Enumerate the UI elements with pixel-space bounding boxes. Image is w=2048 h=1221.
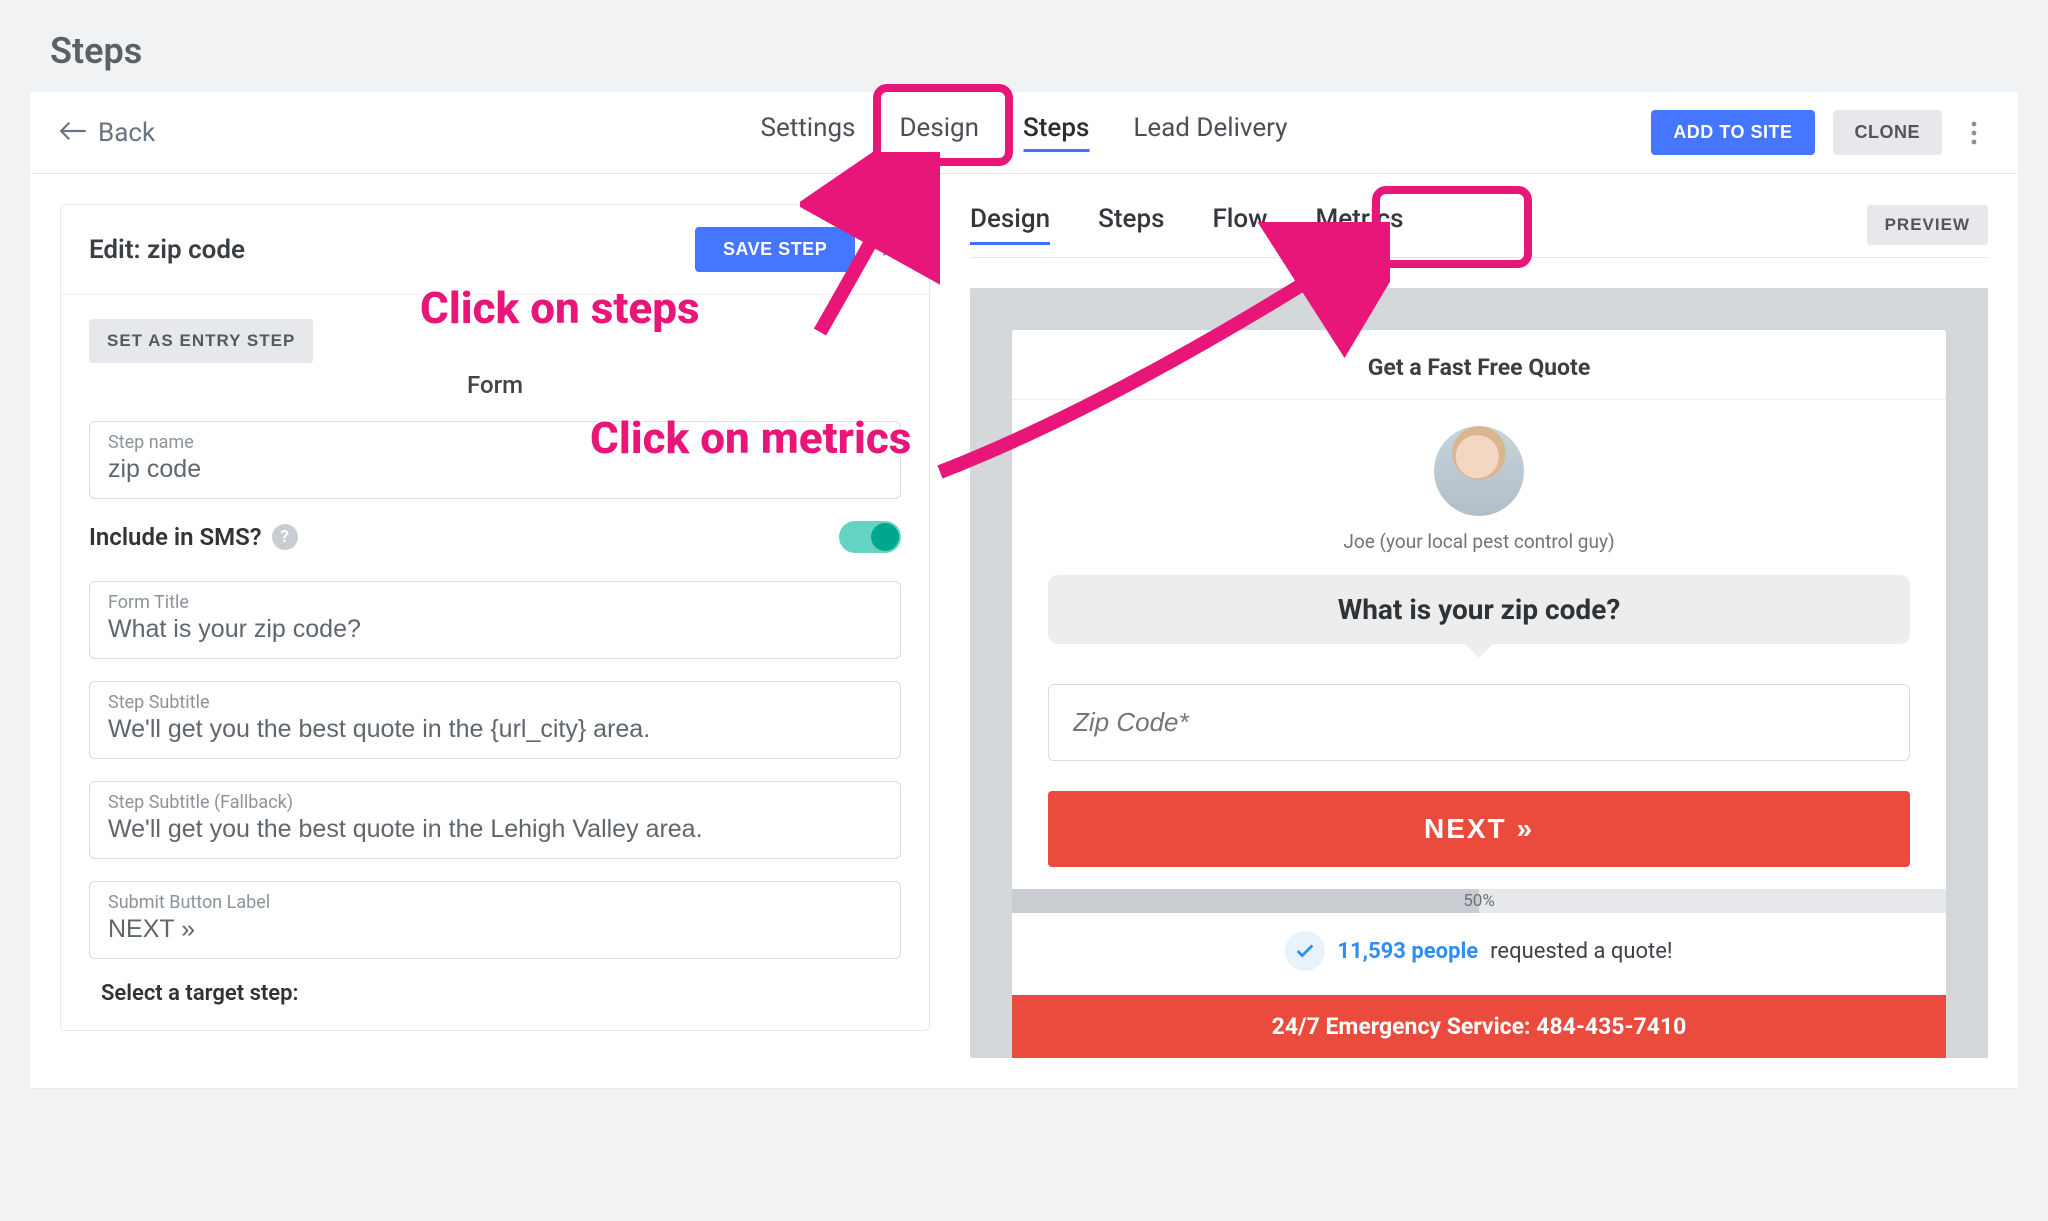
right-panel: Design Steps Flow Metrics PREVIEW Get a … [970, 204, 1988, 1058]
preview-button[interactable]: PREVIEW [1867, 205, 1988, 245]
progress-text: 50% [1012, 889, 1946, 913]
subtabs: Design Steps Flow Metrics [970, 204, 1404, 245]
tab-settings[interactable]: Settings [761, 113, 856, 152]
social-rest: requested a quote! [1490, 939, 1672, 964]
clone-button[interactable]: CLONE [1833, 110, 1943, 155]
save-step-button[interactable]: SAVE STEP [695, 227, 855, 272]
submit-label-label: Submit Button Label [108, 892, 882, 913]
submit-label-field[interactable]: Submit Button Label [89, 881, 901, 959]
tab-lead-delivery[interactable]: Lead Delivery [1133, 113, 1287, 152]
more-menu-icon[interactable] [1960, 113, 1988, 153]
sms-label: Include in SMS? ? [89, 523, 298, 551]
content: Edit: zip code SAVE STEP ✕ SET AS ENTRY … [30, 174, 2018, 1088]
submit-label-input[interactable] [108, 915, 882, 944]
step-subtitle-fallback-field[interactable]: Step Subtitle (Fallback) [89, 781, 901, 859]
back-button[interactable]: Back [60, 118, 155, 148]
sms-label-text: Include in SMS? [89, 523, 262, 551]
sms-row: Include in SMS? ? [89, 521, 901, 553]
sms-toggle[interactable] [839, 521, 901, 553]
avatar-caption: Joe (your local pest control guy) [1048, 530, 1910, 553]
preview-frame: Get a Fast Free Quote Joe (your local pe… [970, 288, 1988, 1058]
target-step-label: Select a target step: [101, 981, 901, 1006]
avatar [1434, 426, 1524, 516]
back-arrow-icon [60, 118, 86, 148]
subtab-bar: Design Steps Flow Metrics PREVIEW [970, 204, 1988, 258]
close-icon[interactable]: ✕ [879, 235, 901, 265]
edit-body: SET AS ENTRY STEP Form Step name Include… [61, 295, 929, 1030]
widget-header: Get a Fast Free Quote [1012, 330, 1946, 400]
form-title-input[interactable] [108, 615, 882, 644]
step-name-input[interactable] [108, 455, 882, 484]
top-nav: Settings Design Steps Lead Delivery [761, 113, 1288, 152]
page-title: Steps [50, 30, 2018, 72]
add-to-site-button[interactable]: ADD TO SITE [1651, 110, 1814, 155]
help-icon[interactable]: ? [272, 524, 298, 550]
step-subtitle-field[interactable]: Step Subtitle [89, 681, 901, 759]
subtab-metrics[interactable]: Metrics [1315, 204, 1403, 245]
step-subtitle-input[interactable] [108, 715, 882, 744]
step-name-field[interactable]: Step name [89, 421, 901, 499]
subtab-design[interactable]: Design [970, 204, 1050, 245]
form-title-label: Form Title [108, 592, 882, 613]
tab-design[interactable]: Design [899, 113, 979, 152]
edit-panel-header: Edit: zip code SAVE STEP ✕ [61, 205, 929, 295]
emergency-bar: 24/7 Emergency Service: 484-435-7410 [1012, 995, 1946, 1058]
form-heading: Form [89, 371, 901, 399]
progress-bar: 50% [1012, 889, 1946, 913]
step-subtitle-label: Step Subtitle [108, 692, 882, 713]
step-subtitle-fallback-input[interactable] [108, 815, 882, 844]
tab-steps[interactable]: Steps [1023, 113, 1089, 152]
topbar-actions: ADD TO SITE CLONE [1651, 110, 1988, 155]
social-count: 11,593 people [1337, 939, 1478, 964]
subtab-steps[interactable]: Steps [1098, 204, 1164, 245]
step-subtitle-fallback-label: Step Subtitle (Fallback) [108, 792, 882, 813]
check-icon [1285, 931, 1325, 971]
lead-widget: Get a Fast Free Quote Joe (your local pe… [1012, 330, 1946, 1058]
main-card: Back Settings Design Steps Lead Delivery… [30, 92, 2018, 1089]
zip-input[interactable] [1048, 684, 1910, 761]
step-name-label: Step name [108, 432, 882, 453]
edit-title: Edit: zip code [89, 235, 245, 265]
topbar: Back Settings Design Steps Lead Delivery… [30, 92, 2018, 174]
back-label: Back [98, 118, 155, 148]
widget-body: Joe (your local pest control guy) What i… [1012, 400, 1946, 995]
edit-panel: Edit: zip code SAVE STEP ✕ SET AS ENTRY … [60, 204, 930, 1031]
next-button[interactable]: NEXT » [1048, 791, 1910, 867]
set-entry-step-button[interactable]: SET AS ENTRY STEP [89, 319, 313, 363]
form-title-field[interactable]: Form Title [89, 581, 901, 659]
question-bubble: What is your zip code? [1048, 575, 1910, 644]
social-proof: 11,593 people requested a quote! [1048, 931, 1910, 995]
subtab-flow[interactable]: Flow [1212, 204, 1267, 245]
